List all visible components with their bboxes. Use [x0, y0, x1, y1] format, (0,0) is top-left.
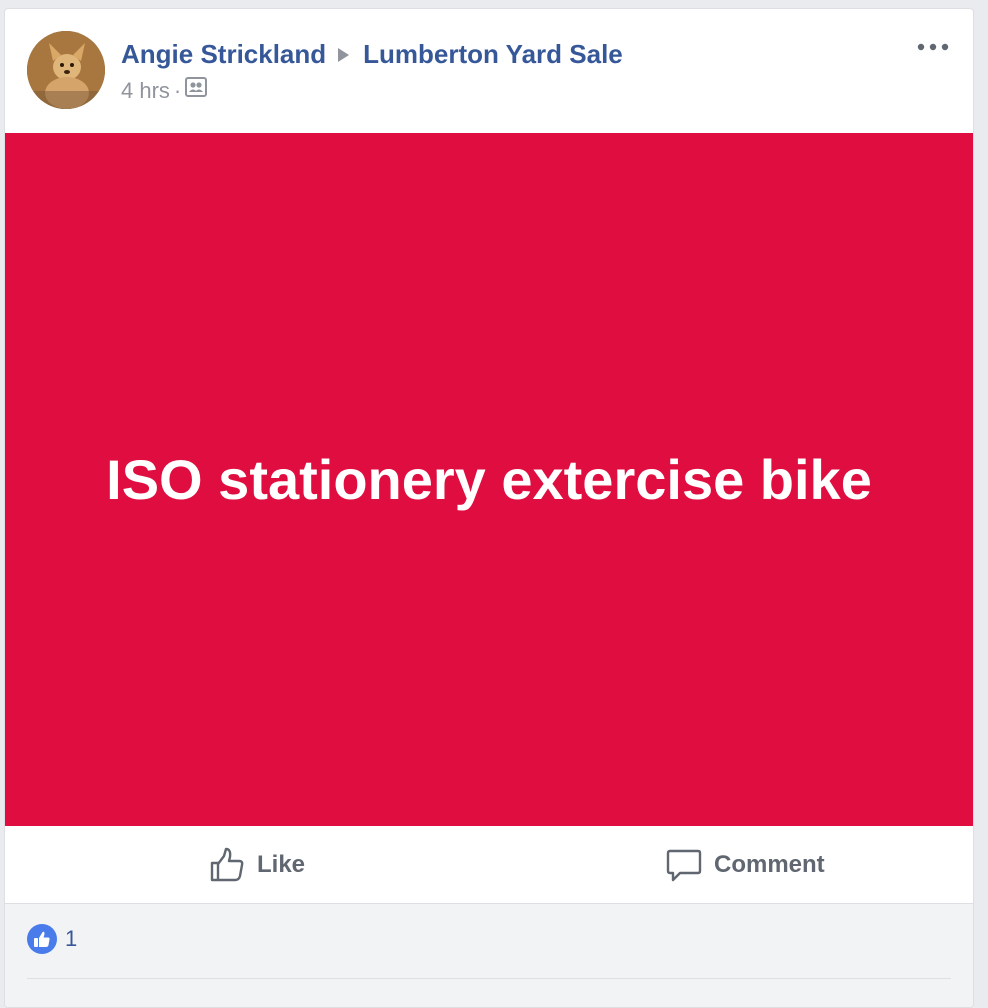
comment-button[interactable]: Comment	[516, 826, 973, 903]
action-bar: Like Comment	[5, 826, 973, 904]
author-name[interactable]: Angie Strickland	[121, 39, 326, 69]
post-header: Angie Strickland Lumberton Yard Sale 4 hr…	[5, 9, 973, 133]
thumbs-up-icon	[210, 847, 244, 881]
post-meta: 4 hrs ·	[121, 76, 208, 105]
post-background: ISO stationery extercise bike	[5, 133, 973, 826]
like-label: Like	[257, 850, 306, 878]
author-line: Angie Strickland Lumberton Yard Sale	[121, 37, 623, 71]
like-button[interactable]: Like	[5, 826, 516, 903]
reaction-summary[interactable]: 1	[27, 924, 77, 954]
group-members-icon[interactable]	[185, 76, 208, 104]
reactions-section: 1	[5, 904, 973, 1007]
divider	[27, 978, 951, 979]
triangle-right-icon	[338, 48, 350, 63]
post-card: Angie Strickland Lumberton Yard Sale 4 hr…	[4, 8, 974, 1008]
reaction-count: 1	[65, 926, 78, 951]
post-timestamp[interactable]: 4 hrs	[121, 78, 170, 103]
author-avatar[interactable]	[27, 31, 105, 109]
avatar-photo	[27, 31, 105, 109]
group-name[interactable]: Lumberton Yard Sale	[363, 39, 623, 69]
more-options-icon[interactable]	[915, 37, 951, 57]
post-text: ISO stationery extercise bike	[106, 448, 872, 511]
speech-bubble-icon	[666, 849, 702, 881]
comment-label: Comment	[714, 850, 825, 878]
like-reaction-icon	[27, 924, 57, 954]
meta-separator: ·	[173, 78, 182, 103]
